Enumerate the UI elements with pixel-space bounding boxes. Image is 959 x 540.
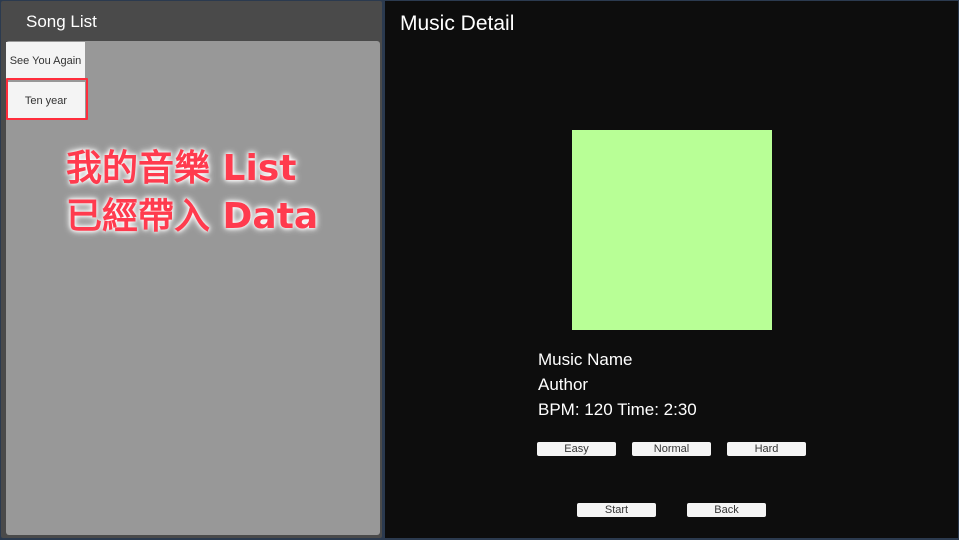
song-list-title: Song List xyxy=(26,12,97,31)
back-button[interactable]: Back xyxy=(687,503,766,517)
hard-button[interactable]: Hard xyxy=(727,442,806,456)
album-cover xyxy=(572,130,772,330)
annotation-text: 我的音樂 List 已經帶入 Data xyxy=(66,145,318,241)
normal-button[interactable]: Normal xyxy=(632,442,711,456)
app-window: Song List See You Again Ten year 我的音樂 Li… xyxy=(0,0,959,540)
annotation-line-2: 已經帶入 Data xyxy=(66,196,319,237)
song-item-see-you-again[interactable]: See You Again xyxy=(6,42,85,80)
annotation-line-1: 我的音樂 List xyxy=(66,148,297,189)
song-list[interactable]: See You Again Ten year 我的音樂 List 已經帶入 Da… xyxy=(6,41,380,535)
easy-button[interactable]: Easy xyxy=(537,442,616,456)
music-name-label: Music Name xyxy=(538,350,633,369)
author-label: Author xyxy=(538,375,589,394)
bpm-time-label: BPM: 120 Time: 2:30 xyxy=(538,400,697,419)
music-detail-panel: Music Detail Music Name Author BPM: 120 … xyxy=(385,1,958,538)
song-list-panel: Song List See You Again Ten year 我的音樂 Li… xyxy=(1,1,382,538)
start-button[interactable]: Start xyxy=(577,503,656,517)
song-item-ten-year[interactable]: Ten year xyxy=(7,82,85,120)
music-detail-title: Music Detail xyxy=(400,12,515,35)
